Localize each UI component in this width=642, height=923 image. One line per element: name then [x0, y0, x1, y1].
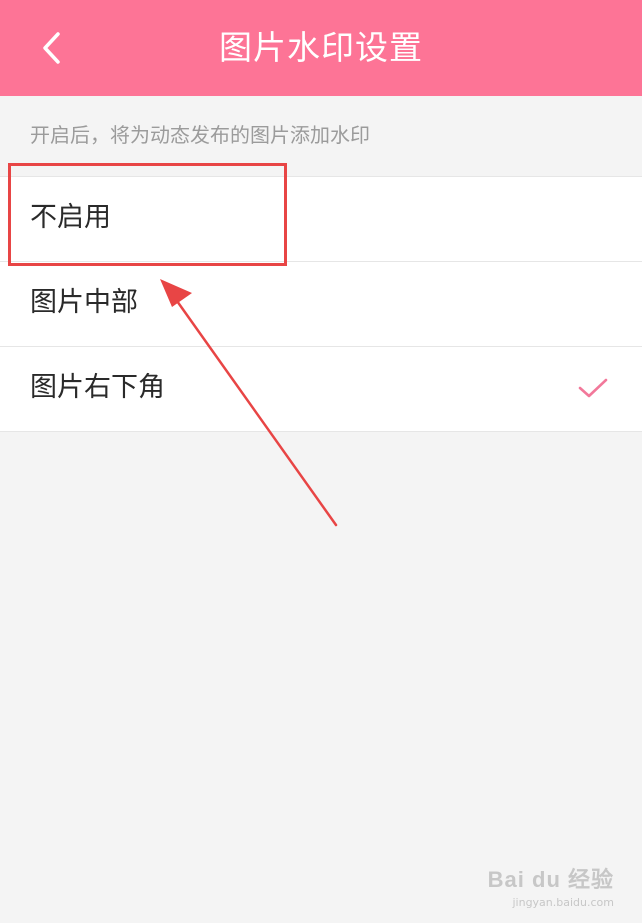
watermark-brand: Bai du 经验	[487, 867, 614, 892]
option-label: 图片中部	[30, 287, 138, 318]
watermark-options-list: 不启用 图片中部 图片右下角	[0, 176, 642, 432]
baidu-jingyan-watermark: Bai du 经验 jingyan.baidu.com	[488, 862, 614, 909]
option-label: 不启用	[30, 202, 111, 233]
page-title: 图片水印设置	[219, 28, 423, 67]
check-icon	[578, 378, 608, 398]
watermark-url: jingyan.baidu.com	[512, 896, 614, 909]
option-disabled[interactable]: 不启用	[0, 177, 642, 262]
hint-text: 开启后，将为动态发布的图片添加水印	[30, 123, 370, 147]
option-label: 图片右下角	[30, 372, 165, 403]
app-header: 图片水印设置	[0, 0, 642, 96]
option-bottom-right[interactable]: 图片右下角	[0, 347, 642, 432]
option-center[interactable]: 图片中部	[0, 262, 642, 347]
